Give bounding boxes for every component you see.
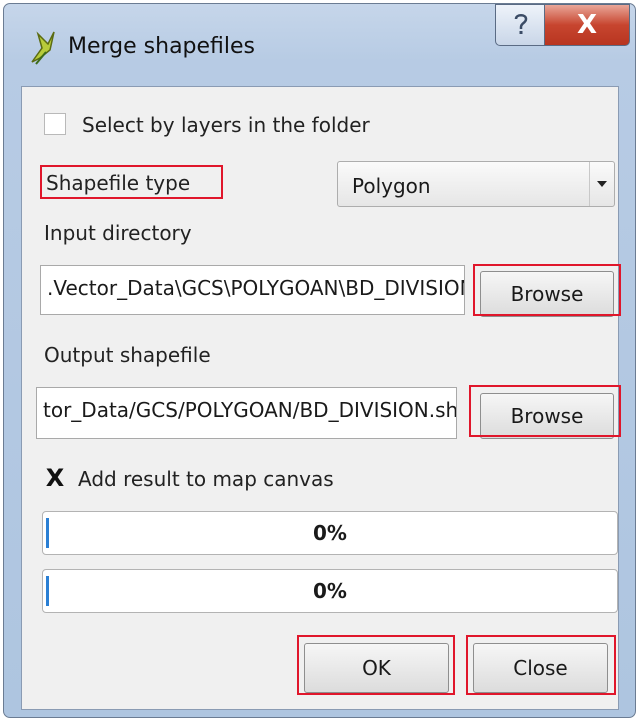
- input-directory-label: Input directory: [44, 221, 192, 245]
- progress-text-2: 0%: [313, 579, 347, 603]
- close-icon: X: [576, 10, 598, 40]
- chevron-down-icon[interactable]: [589, 162, 614, 206]
- merge-shapefiles-dialog: Merge shapefiles X Select by layers in t…: [3, 3, 636, 718]
- add-result-label: Add result to map canvas: [78, 467, 334, 491]
- ok-button-highlight: [297, 635, 455, 695]
- window-close-button[interactable]: X: [544, 4, 630, 46]
- title-bar[interactable]: Merge shapefiles X: [4, 4, 635, 86]
- dialog-body: Select by layers in the folder Shapefile…: [21, 86, 621, 710]
- select-by-layers-label: Select by layers in the folder: [82, 113, 370, 137]
- add-result-checkbox[interactable]: X: [44, 464, 66, 492]
- shapefile-type-label-box: Shapefile type: [40, 165, 223, 199]
- output-browse-highlight: [469, 385, 621, 437]
- output-shapefile-label: Output shapefile: [44, 343, 211, 367]
- help-icon: [510, 10, 532, 40]
- window-title: Merge shapefiles: [68, 34, 256, 59]
- progress-text-1: 0%: [313, 521, 347, 545]
- merge-tool-icon: [28, 28, 58, 66]
- shapefile-type-label: Shapefile type: [46, 171, 191, 195]
- help-button[interactable]: [495, 4, 545, 46]
- select-by-layers-checkbox[interactable]: [44, 113, 66, 135]
- output-shapefile-field[interactable]: tor_Data/GCS/POLYGOAN/BD_DIVISION.shp: [36, 387, 457, 439]
- progress-bar-1: 0%: [42, 511, 618, 555]
- shapefile-type-value: Polygon: [352, 174, 431, 198]
- progress-bar-2: 0%: [42, 569, 618, 613]
- close-button-highlight: [466, 635, 616, 695]
- shapefile-type-select[interactable]: Polygon: [337, 161, 615, 207]
- input-browse-highlight: [473, 264, 621, 316]
- input-directory-field[interactable]: .Vector_Data\GCS\POLYGOAN\BD_DIVISION: [40, 265, 465, 315]
